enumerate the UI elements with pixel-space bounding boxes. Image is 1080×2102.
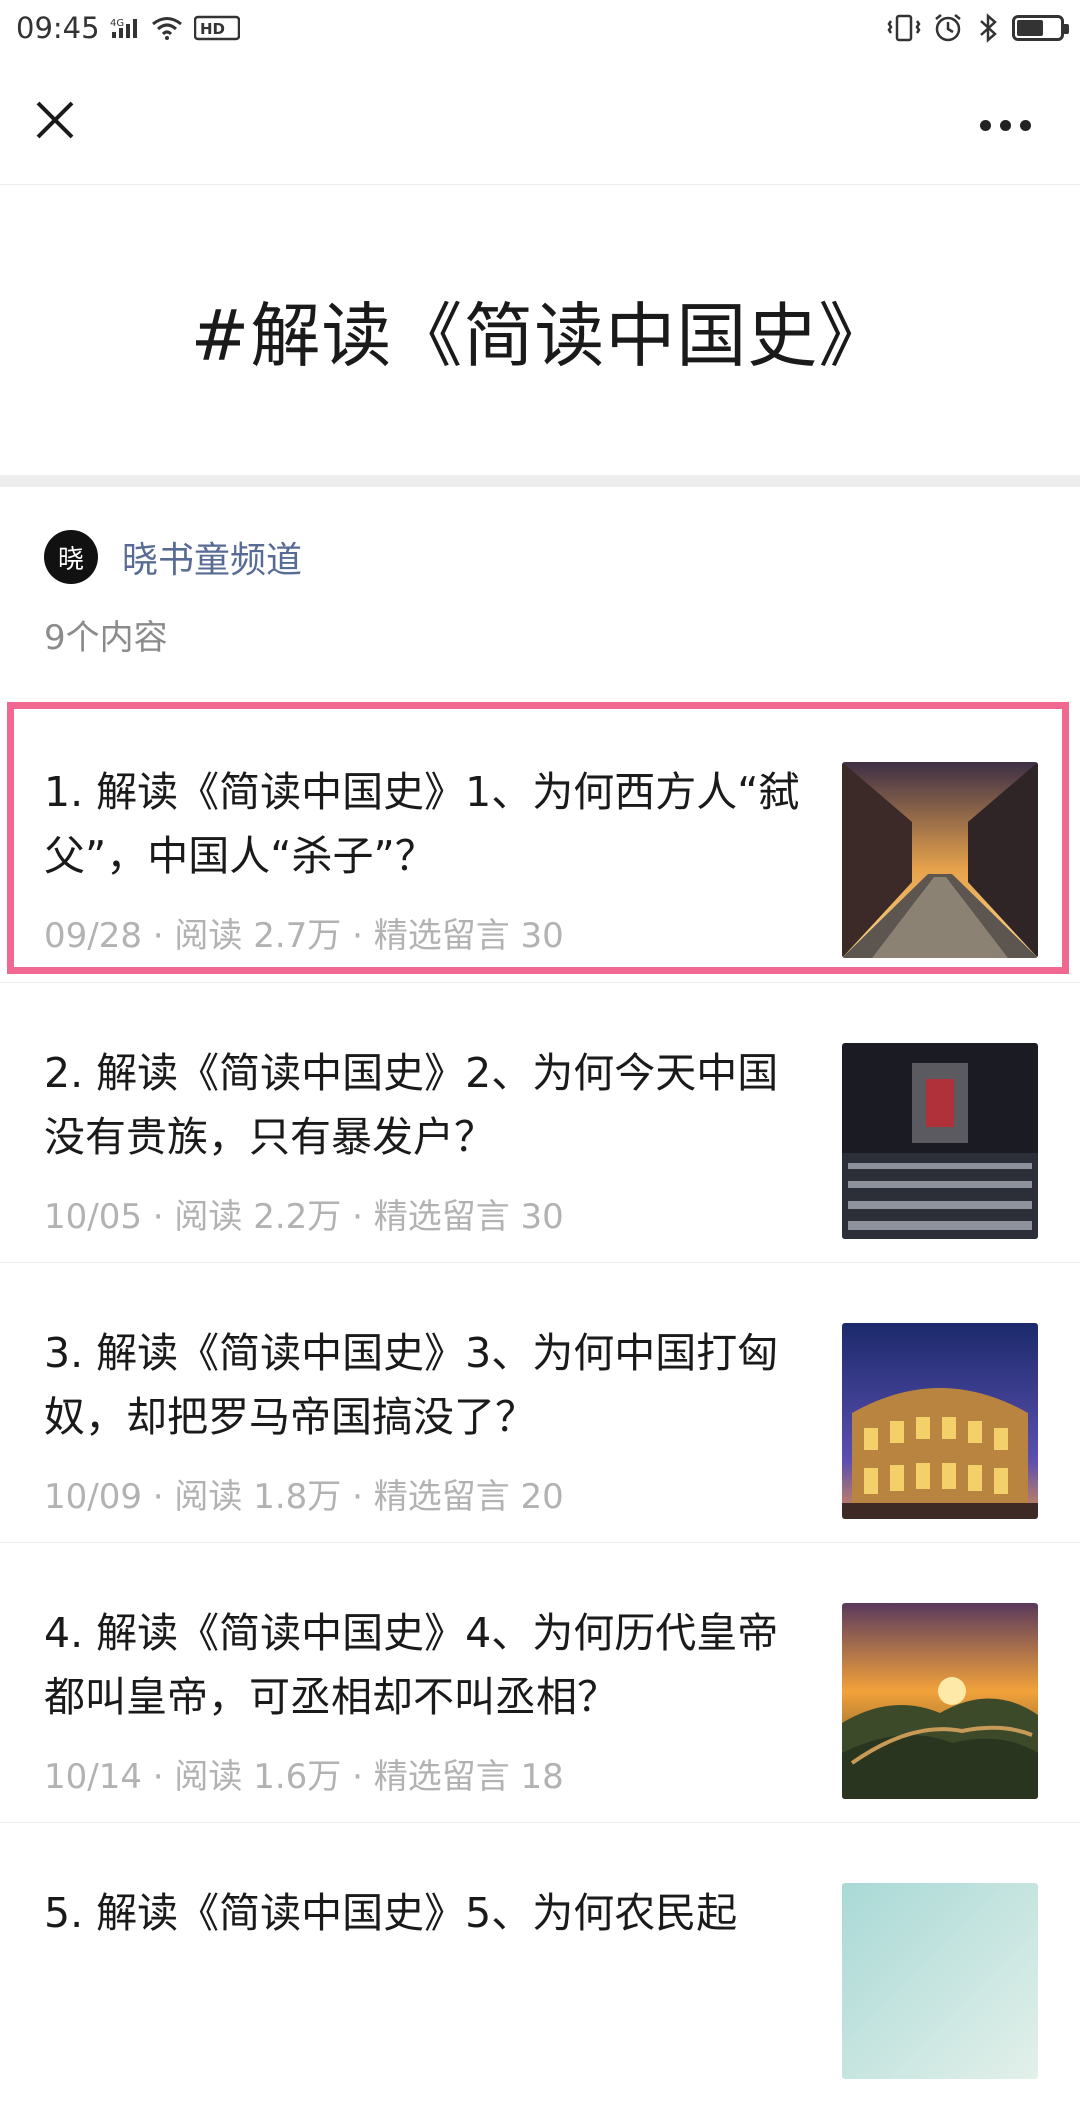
hd-icon: HD [193, 15, 240, 41]
article-item[interactable]: 4. 解读《简读中国史》4、为何历代皇帝都叫皇帝，可丞相却不叫丞相？ 10/14… [0, 1542, 1080, 1822]
status-right [886, 12, 1069, 44]
topic-title: #解读《简读中国史》 [190, 294, 890, 377]
great-wall-thumbnail [842, 1603, 1038, 1799]
svg-text:4G: 4G [110, 18, 124, 29]
article-item[interactable]: 5. 解读《简读中国史》5、为何农民起 [0, 1822, 1080, 2102]
article-meta: 09/28 · 阅读 2.7万 · 精选留言 30 [44, 916, 564, 956]
section-divider [0, 475, 1080, 487]
article-item[interactable]: 3. 解读《简读中国史》3、为何中国打匈奴，却把罗马帝国搞没了？ 10/09 ·… [0, 1262, 1080, 1542]
close-button[interactable] [30, 95, 80, 145]
article-meta: 10/09 · 阅读 1.8万 · 精选留言 20 [44, 1477, 564, 1517]
article-meta: 10/05 · 阅读 2.2万 · 精选留言 30 [44, 1197, 564, 1237]
sky-thumbnail [842, 1883, 1038, 2079]
alarm-icon [932, 12, 964, 44]
author-row[interactable]: 晓 晓书童频道 [44, 530, 302, 584]
article-title: 1. 解读《简读中国史》1、为何西方人“弑父”，中国人“杀子”？ [44, 768, 800, 880]
battery-icon [1012, 14, 1069, 41]
more-button[interactable] [980, 110, 1040, 140]
article-meta: 10/14 · 阅读 1.6万 · 精选留言 18 [44, 1757, 564, 1797]
more-dot [1000, 119, 1011, 131]
vibrate-icon [886, 13, 922, 43]
article-title: 5. 解读《简读中国史》5、为何农民起 [44, 1889, 738, 1937]
more-dot [980, 119, 991, 131]
status-left: 09:45 4G HD [16, 11, 240, 45]
article-title: 3. 解读《简读中国史》3、为何中国打匈奴，却把罗马帝国搞没了？ [44, 1329, 779, 1441]
bluetooth-icon [974, 12, 1002, 44]
colosseum-thumbnail [842, 1323, 1038, 1519]
article-title: 4. 解读《简读中国史》4、为何历代皇帝都叫皇帝，可丞相却不叫丞相？ [44, 1609, 779, 1721]
top-nav [0, 55, 1080, 185]
author-name[interactable]: 晓书童频道 [122, 531, 302, 583]
signal-icon: 4G [110, 16, 140, 40]
more-dot [1020, 119, 1031, 131]
article-list: 1. 解读《简读中国史》1、为何西方人“弑父”，中国人“杀子”？ 09/28 ·… [0, 702, 1080, 2102]
article-item[interactable]: 2. 解读《简读中国史》2、为何今天中国没有贵族，只有暴发户？ 10/05 · … [0, 982, 1080, 1262]
article-item[interactable]: 1. 解读《简读中国史》1、为何西方人“弑父”，中国人“杀子”？ 09/28 ·… [0, 702, 1080, 982]
wifi-icon [150, 16, 184, 40]
street-thumbnail [842, 762, 1038, 958]
status-bar: 09:45 4G HD [0, 0, 1080, 55]
army-thumbnail [842, 1043, 1038, 1239]
svg-text:HD: HD [200, 20, 225, 38]
author-avatar[interactable]: 晓 [44, 530, 98, 584]
content-count: 9个内容 [44, 618, 168, 658]
close-icon [36, 101, 74, 139]
status-time: 09:45 [16, 10, 100, 45]
avatar-text: 晓 [57, 544, 84, 575]
article-title: 2. 解读《简读中国史》2、为何今天中国没有贵族，只有暴发户？ [44, 1049, 779, 1161]
